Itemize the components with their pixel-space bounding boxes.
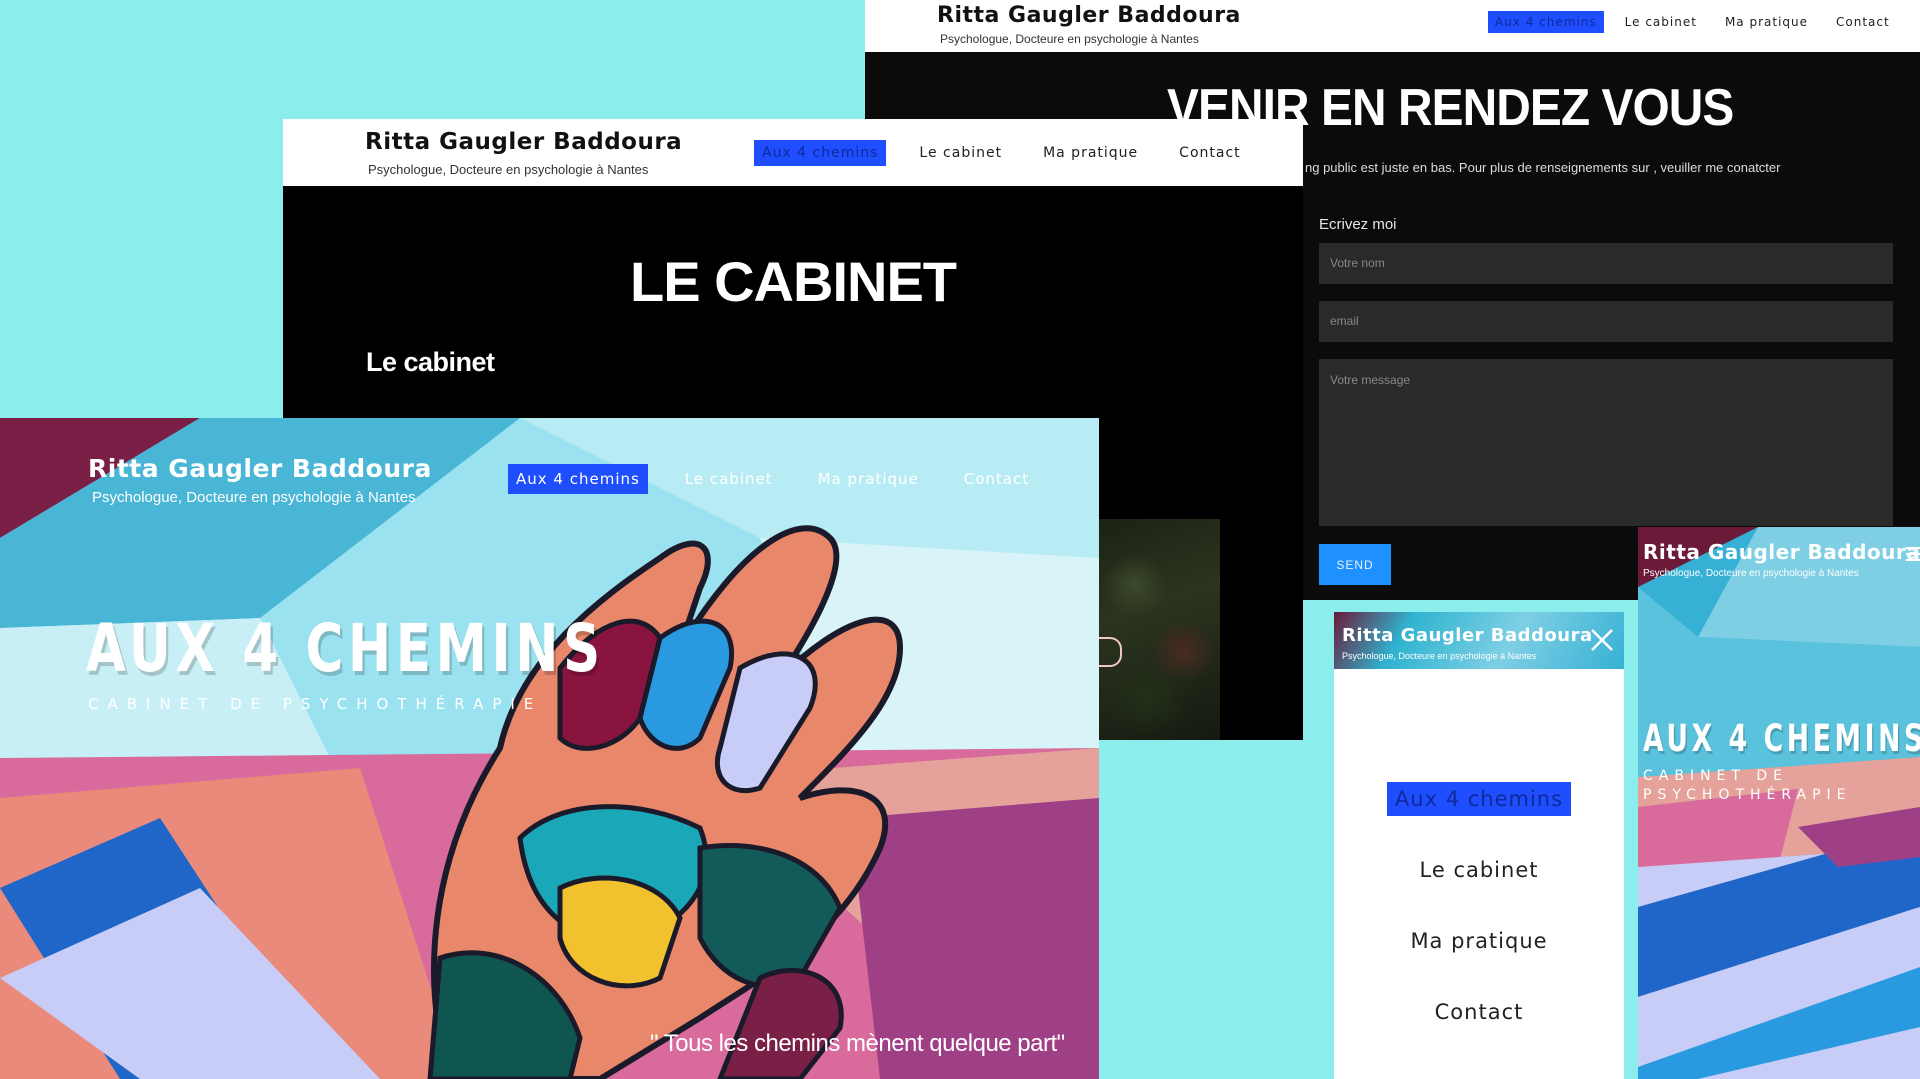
main-nav: Aux 4 chemins Le cabinet Ma pratique Con… [754, 140, 1274, 166]
email-input[interactable]: email [1319, 301, 1893, 342]
site-header: Ritta Gaugler Baddoura Psychologue, Doct… [865, 0, 1920, 52]
nav-item-aux-4-chemins[interactable]: Aux 4 chemins [1386, 782, 1572, 816]
site-brand-subtitle: Psychologue, Docteure en psychologie à N… [1342, 651, 1537, 661]
site-brand-name[interactable]: Ritta Gaugler Baddoura [1643, 540, 1920, 564]
site-brand-name[interactable]: Ritta Gaugler Baddoura [88, 454, 432, 483]
site-brand-name[interactable]: Ritta Gaugler Baddoura [365, 129, 682, 155]
hero-subtitle: CABINET DE PSYCHOTHÉRAPIE [1643, 768, 1852, 803]
cabinet-photo [1098, 519, 1220, 740]
hero-quote: " Tous les chemins mènent quelque part" [650, 1030, 1065, 1057]
site-brand-name[interactable]: Ritta Gaugler Baddoura [937, 3, 1241, 28]
nav-item-ma-pratique[interactable]: Ma pratique [810, 464, 927, 494]
site-brand-name[interactable]: Ritta Gaugler Baddoura [1342, 625, 1593, 646]
nav-item-le-cabinet[interactable]: Le cabinet [911, 140, 1010, 166]
nav-item-ma-pratique[interactable]: Ma pratique [1718, 11, 1815, 33]
contact-form-title: Ecrivez moi [1319, 216, 1397, 233]
mobile-nav: Aux 4 chemins Le cabinet Ma pratique Con… [1334, 782, 1624, 1066]
section-heading: Le cabinet [366, 347, 495, 377]
close-icon[interactable] [1588, 626, 1616, 654]
hero-title: AUX 4 CHEMINS [86, 610, 605, 687]
contact-intro-text: ng public est juste en bas. Pour plus de… [1305, 160, 1781, 175]
mobile-hero-screenshot: Ritta Gaugler Baddoura Psychologue, Doct… [1638, 527, 1920, 1079]
nav-item-contact[interactable]: Contact [1829, 11, 1897, 33]
hands-mural-image [0, 418, 1099, 1079]
nav-item-aux-4-chemins[interactable]: Aux 4 chemins [508, 464, 648, 494]
nav-item-contact[interactable]: Contact [1427, 995, 1532, 1029]
nav-item-le-cabinet[interactable]: Le cabinet [1618, 11, 1704, 33]
hero-title: AUX 4 CHEMINS [1643, 717, 1920, 760]
hamburger-menu-icon[interactable] [1906, 546, 1920, 562]
site-brand-subtitle: Psychologue, Docteure en psychologie à N… [92, 489, 416, 506]
page-title: LE CABINET [630, 250, 957, 313]
nav-item-contact[interactable]: Contact [1171, 140, 1248, 166]
nav-item-aux-4-chemins[interactable]: Aux 4 chemins [754, 140, 887, 166]
main-nav: Aux 4 chemins Le cabinet Ma pratique Con… [1488, 11, 1911, 33]
nav-item-ma-pratique[interactable]: Ma pratique [1402, 924, 1555, 958]
site-brand-subtitle: Psychologue, Docteure en psychologie à N… [940, 32, 1199, 46]
nav-item-ma-pratique[interactable]: Ma pratique [1035, 140, 1146, 166]
home-hero-screenshot: Ritta Gaugler Baddoura Psychologue, Doct… [0, 418, 1099, 1079]
site-header: Ritta Gaugler Baddoura Psychologue, Doct… [283, 119, 1303, 186]
main-nav: Aux 4 chemins Le cabinet Ma pratique Con… [508, 464, 1066, 494]
nav-item-contact[interactable]: Contact [956, 464, 1037, 494]
message-textarea[interactable]: Votre message [1319, 359, 1893, 526]
hero-subtitle: CABINET DE PSYCHOTHÉRAPIE [88, 695, 543, 713]
site-brand-subtitle: Psychologue, Docteure en psychologie à N… [368, 162, 649, 177]
send-button[interactable]: SEND [1319, 544, 1391, 585]
nav-item-aux-4-chemins[interactable]: Aux 4 chemins [1488, 11, 1604, 33]
name-input[interactable]: Votre nom [1319, 243, 1893, 284]
site-brand-subtitle: Psychologue, Docteure en psychologie à N… [1643, 568, 1859, 579]
nav-item-le-cabinet[interactable]: Le cabinet [1412, 853, 1547, 887]
mobile-menu-screenshot: Ritta Gaugler Baddoura Psychologue, Doct… [1334, 612, 1624, 1079]
nav-item-le-cabinet[interactable]: Le cabinet [677, 464, 781, 494]
